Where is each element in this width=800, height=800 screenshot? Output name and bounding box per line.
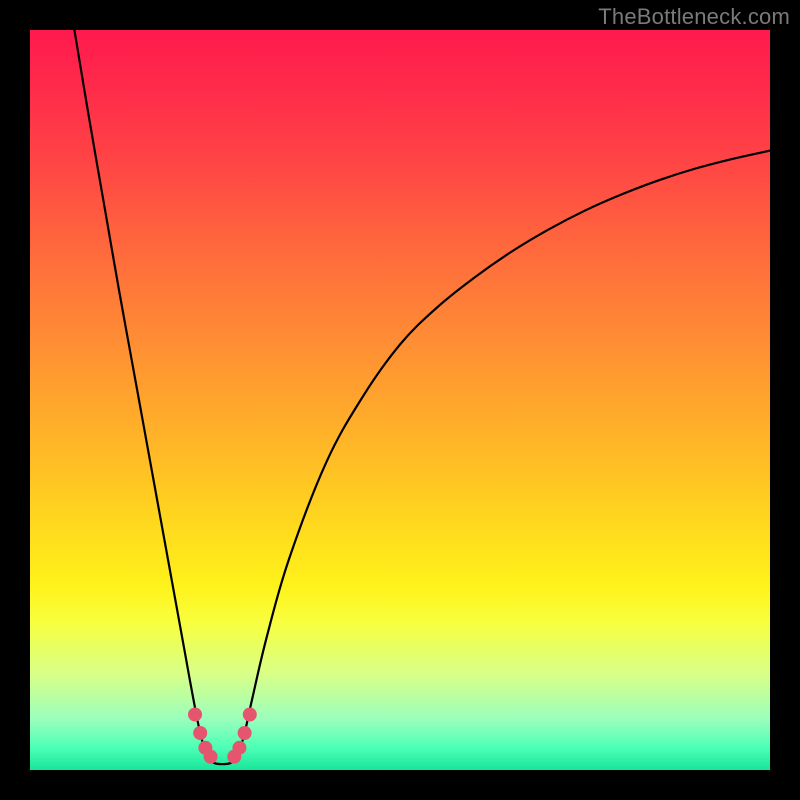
marker-valley-dots: [193, 726, 207, 740]
watermark-text: TheBottleneck.com: [598, 4, 790, 30]
marker-valley-dots: [204, 750, 218, 764]
series-layer: [74, 30, 770, 764]
marker-valley-dots: [188, 708, 202, 722]
marker-valley-dots: [232, 741, 246, 755]
marker-valley-dots: [243, 708, 257, 722]
series-left-branch: [74, 30, 207, 759]
marker-valley-dots: [238, 726, 252, 740]
chart-frame: TheBottleneck.com: [0, 0, 800, 800]
series-right-branch: [237, 151, 770, 759]
plot-area: [30, 30, 770, 770]
chart-svg: [30, 30, 770, 770]
marker-layer: [188, 708, 257, 764]
